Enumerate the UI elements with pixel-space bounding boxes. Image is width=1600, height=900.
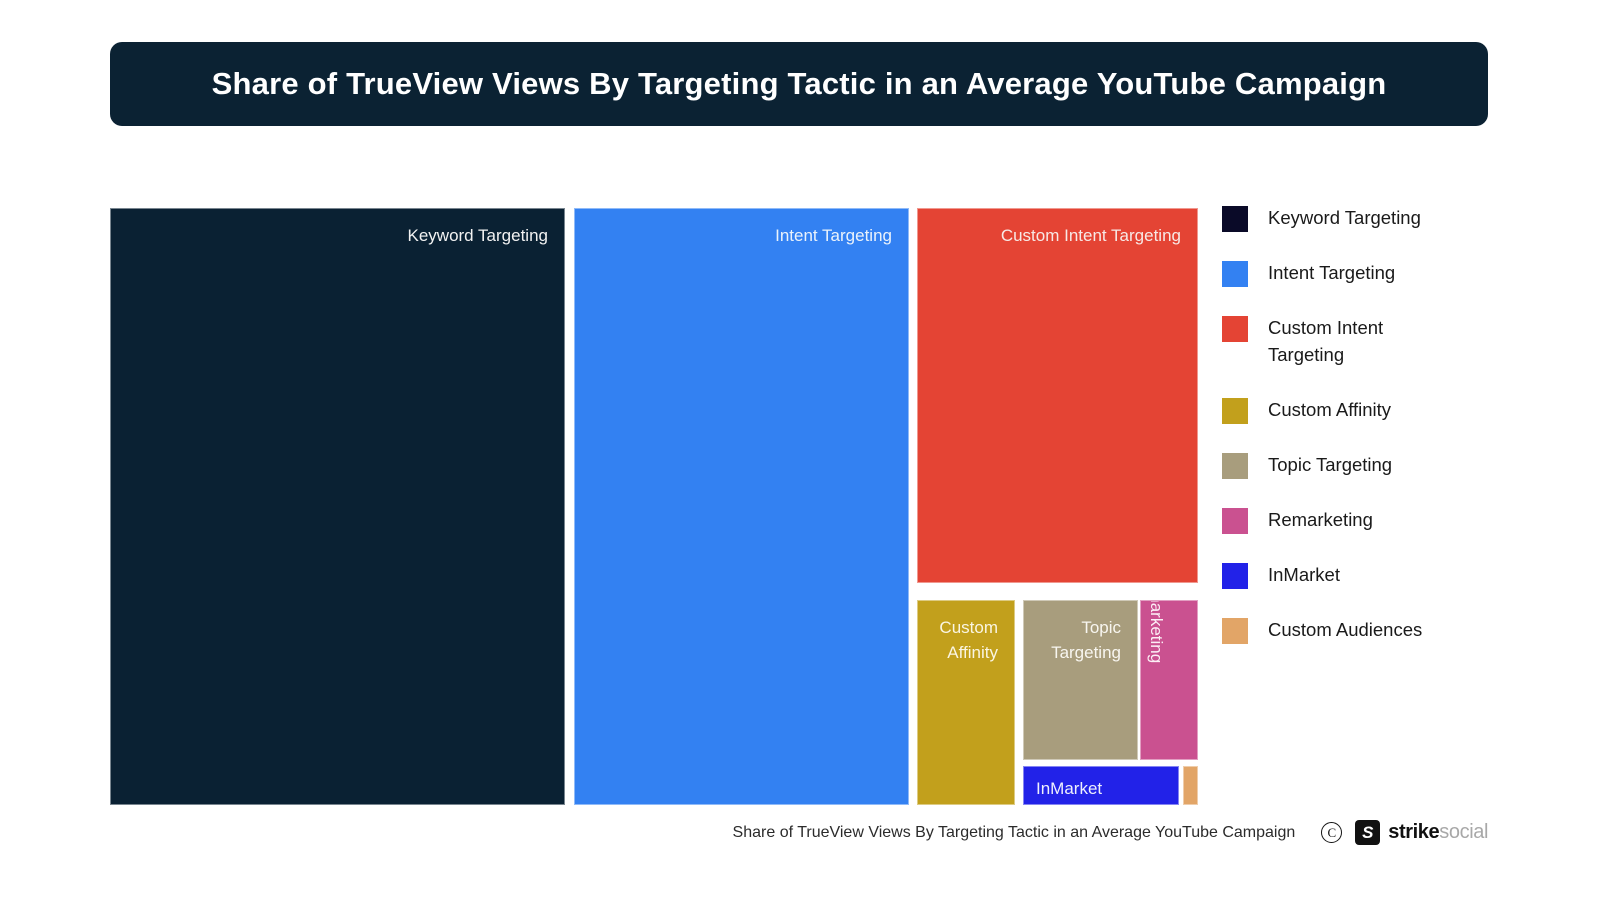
treemap-chart: Keyword Targeting Intent Targeting Custom … <box>110 208 1198 805</box>
legend-swatch-icon <box>1222 617 1248 644</box>
legend-swatch-icon <box>1222 452 1248 479</box>
footer-caption: Share of TrueView Views By Targeting Tac… <box>732 823 1296 841</box>
treemap-tile-label: Remarketing <box>1147 600 1166 664</box>
legend-item[interactable]: Custom Audiences <box>1222 617 1522 644</box>
page-title: Share of TrueView Views By Targeting Tac… <box>211 66 1387 101</box>
treemap-tile[interactable] <box>1183 766 1198 805</box>
legend-item[interactable]: Intent Targeting <box>1222 260 1522 287</box>
treemap-tile[interactable]: Custom Affinity <box>917 600 1015 805</box>
treemap-tile-label: Intent Targeting <box>775 226 892 245</box>
legend-swatch-icon <box>1222 261 1248 287</box>
treemap-tile[interactable]: Remarketing <box>1140 600 1198 760</box>
legend-item-label: Custom Audiences <box>1268 618 1423 640</box>
legend-swatch-icon <box>1222 316 1248 342</box>
strikesocial-logo: S strike social <box>1355 820 1488 845</box>
legend-item-label: Intent Targeting <box>1268 262 1396 283</box>
legend-item[interactable]: Custom Intent Targeting <box>1222 315 1522 369</box>
logo-word-social: social <box>1439 821 1488 843</box>
legend-item[interactable]: Keyword Targeting <box>1222 205 1522 232</box>
copyright-icon: C <box>1321 822 1343 843</box>
legend-item[interactable]: Custom Affinity <box>1222 397 1522 424</box>
treemap-tile-label: Custom Affinity <box>939 618 998 663</box>
treemap-tile-label: Topic Targeting <box>1051 618 1121 663</box>
legend-swatch-icon <box>1222 397 1248 424</box>
legend-item[interactable]: InMarket <box>1222 562 1522 589</box>
legend-item-label: Custom Affinity <box>1268 398 1392 420</box>
treemap-tile[interactable]: InMarket <box>1023 766 1179 805</box>
treemap-tile-label: InMarket <box>1036 779 1103 798</box>
legend-item[interactable]: Remarketing <box>1222 507 1522 534</box>
legend-item-label: Topic Targeting <box>1268 453 1393 475</box>
legend-swatch-icon <box>1222 206 1248 232</box>
legend-item-label: InMarket <box>1268 563 1340 585</box>
legend-item[interactable]: Topic Targeting <box>1222 452 1522 479</box>
treemap-tile[interactable]: Custom Intent Targeting <box>917 208 1198 583</box>
legend-swatch-icon <box>1222 507 1248 534</box>
treemap-tile[interactable]: Topic Targeting <box>1023 600 1138 760</box>
legend-item-label: Keyword Targeting <box>1268 207 1421 228</box>
chart-legend: Keyword Targeting Intent Targeting Custom … <box>1222 205 1522 672</box>
logo-word-strike: strike <box>1388 821 1440 843</box>
treemap-tile[interactable]: Keyword Targeting <box>110 208 565 805</box>
legend-swatch-icon <box>1222 562 1248 589</box>
legend-item-label: Remarketing <box>1268 508 1373 530</box>
treemap-tile-label: Keyword Targeting <box>407 226 549 245</box>
footer: Share of TrueView Views By Targeting Tac… <box>0 820 1600 845</box>
infographic-root: Share of TrueView Views By Targeting Tac… <box>0 0 1600 900</box>
treemap-tile-label: Custom Intent Targeting <box>1000 226 1181 245</box>
legend-item-label: Custom Intent Targeting <box>1268 317 1384 365</box>
treemap-tile[interactable]: Intent Targeting <box>574 208 909 805</box>
strikesocial-mark-icon: S <box>1355 820 1381 845</box>
title-banner: Share of TrueView Views By Targeting Tac… <box>110 42 1488 126</box>
